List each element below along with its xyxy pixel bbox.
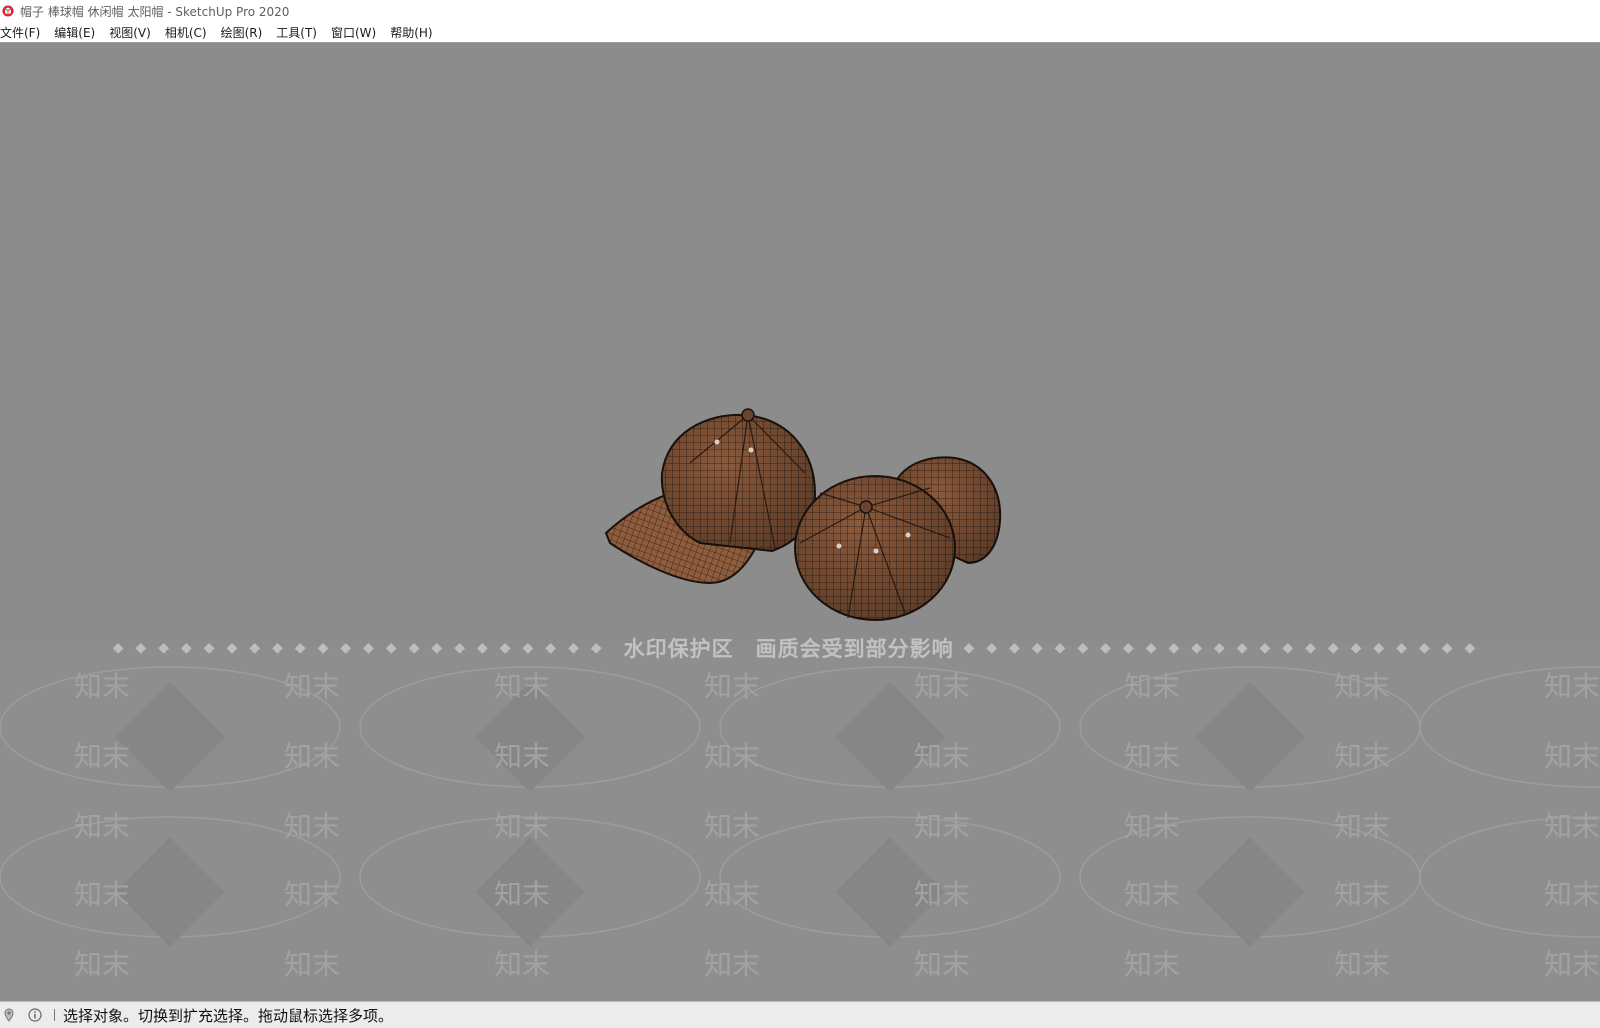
status-separator xyxy=(54,1009,55,1021)
menu-bar: 文件(F) 编辑(E) 视图(V) 相机(C) 绘图(R) 工具(T) 窗口(W… xyxy=(0,22,1600,43)
watermark-mark: 知末 xyxy=(1334,740,1391,773)
watermark-mark: 知末 xyxy=(74,670,131,703)
watermark-diamonds: ◆◆◆◆◆◆◆◆◆◆◆◆◆◆◆◆◆◆◆◆◆◆◆ xyxy=(963,640,1488,656)
watermark-mark: 知末 xyxy=(494,740,551,773)
watermark-mark: 知末 xyxy=(74,740,131,773)
watermark-mark: 知末 xyxy=(1334,948,1391,981)
watermark-band: ◆◆◆◆◆◆◆◆◆◆◆◆◆◆◆◆◆◆◆◆◆◆ 水印保护区 画质会受到部分影响 ◆… xyxy=(0,633,1600,663)
info-icon[interactable] xyxy=(28,1008,42,1022)
title-bar: 帽子 棒球帽 休闲帽 太阳帽 - SketchUp Pro 2020 xyxy=(0,0,1600,22)
watermark-mark: 知末 xyxy=(284,670,341,703)
watermark-mark: 知末 xyxy=(74,878,131,911)
geo-location-icon[interactable] xyxy=(2,1008,16,1022)
watermark-mark: 知末 xyxy=(914,810,971,843)
watermark-mark: 知末 xyxy=(1334,810,1391,843)
menu-camera[interactable]: 相机(C) xyxy=(165,24,207,41)
cap-models[interactable] xyxy=(0,43,1600,647)
menu-view[interactable]: 视图(V) xyxy=(109,24,151,41)
watermark-mark: 知末 xyxy=(74,948,131,981)
watermark-mark: 知末 xyxy=(494,948,551,981)
watermark-mark: 知末 xyxy=(1334,670,1391,703)
watermark-mark: 知末 xyxy=(1544,670,1600,703)
watermark-mark: 知末 xyxy=(704,810,761,843)
menu-window[interactable]: 窗口(W) xyxy=(331,24,376,41)
watermark-mark: 知末 xyxy=(914,740,971,773)
menu-file[interactable]: 文件(F) xyxy=(0,24,40,41)
watermark-mark: 知末 xyxy=(284,810,341,843)
watermark-mark: 知末 xyxy=(1124,948,1181,981)
watermark-mark: 知末 xyxy=(1124,740,1181,773)
watermark-mark: 知末 xyxy=(1334,878,1391,911)
watermark-mark: 知末 xyxy=(284,740,341,773)
watermark-mark: 知末 xyxy=(1124,670,1181,703)
watermark-mark: 知末 xyxy=(704,878,761,911)
model-viewport[interactable]: 知末 知末 知末 知末 知末 知末 知末 知末 知末 知末 知末 知末 知末 知… xyxy=(0,43,1600,1001)
watermark-mark: 知末 xyxy=(494,810,551,843)
watermark-mark: 知末 xyxy=(1544,740,1600,773)
window-title: 帽子 棒球帽 休闲帽 太阳帽 - SketchUp Pro 2020 xyxy=(20,4,290,19)
menu-tools[interactable]: 工具(T) xyxy=(276,24,317,41)
watermark-mark: 知末 xyxy=(1124,878,1181,911)
watermark-mark: 知末 xyxy=(284,878,341,911)
watermark-mark: 知末 xyxy=(284,948,341,981)
watermark-mark: 知末 xyxy=(494,878,551,911)
status-message: 选择对象。切换到扩充选择。拖动鼠标选择多项。 xyxy=(63,1006,394,1025)
sketchup-logo-icon xyxy=(2,5,14,17)
watermark-mark: 知末 xyxy=(914,670,971,703)
watermark-mark: 知末 xyxy=(704,948,761,981)
menu-edit[interactable]: 编辑(E) xyxy=(54,24,95,41)
watermark-mark: 知末 xyxy=(1544,878,1600,911)
watermark-overlay: 知末 知末 知末 知末 知末 知末 知末 知末 知末 知末 知末 知末 知末 知… xyxy=(0,647,1600,1001)
watermark-notice: 水印保护区 画质会受到部分影响 xyxy=(623,637,954,661)
watermark-mark: 知末 xyxy=(1544,810,1600,843)
watermark-mark: 知末 xyxy=(704,670,761,703)
menu-help[interactable]: 帮助(H) xyxy=(390,24,432,41)
watermark-mark: 知末 xyxy=(914,878,971,911)
watermark-mark: 知末 xyxy=(1124,810,1181,843)
watermark-mark: 知末 xyxy=(704,740,761,773)
menu-draw[interactable]: 绘图(R) xyxy=(221,24,263,41)
watermark-mark: 知末 xyxy=(74,810,131,843)
watermark-mark: 知末 xyxy=(914,948,971,981)
status-bar: 选择对象。切换到扩充选择。拖动鼠标选择多项。 xyxy=(0,1001,1600,1028)
watermark-mark: 知末 xyxy=(494,670,551,703)
watermark-mark: 知末 xyxy=(1544,948,1600,981)
watermark-diamonds: ◆◆◆◆◆◆◆◆◆◆◆◆◆◆◆◆◆◆◆◆◆◆ xyxy=(112,640,614,656)
